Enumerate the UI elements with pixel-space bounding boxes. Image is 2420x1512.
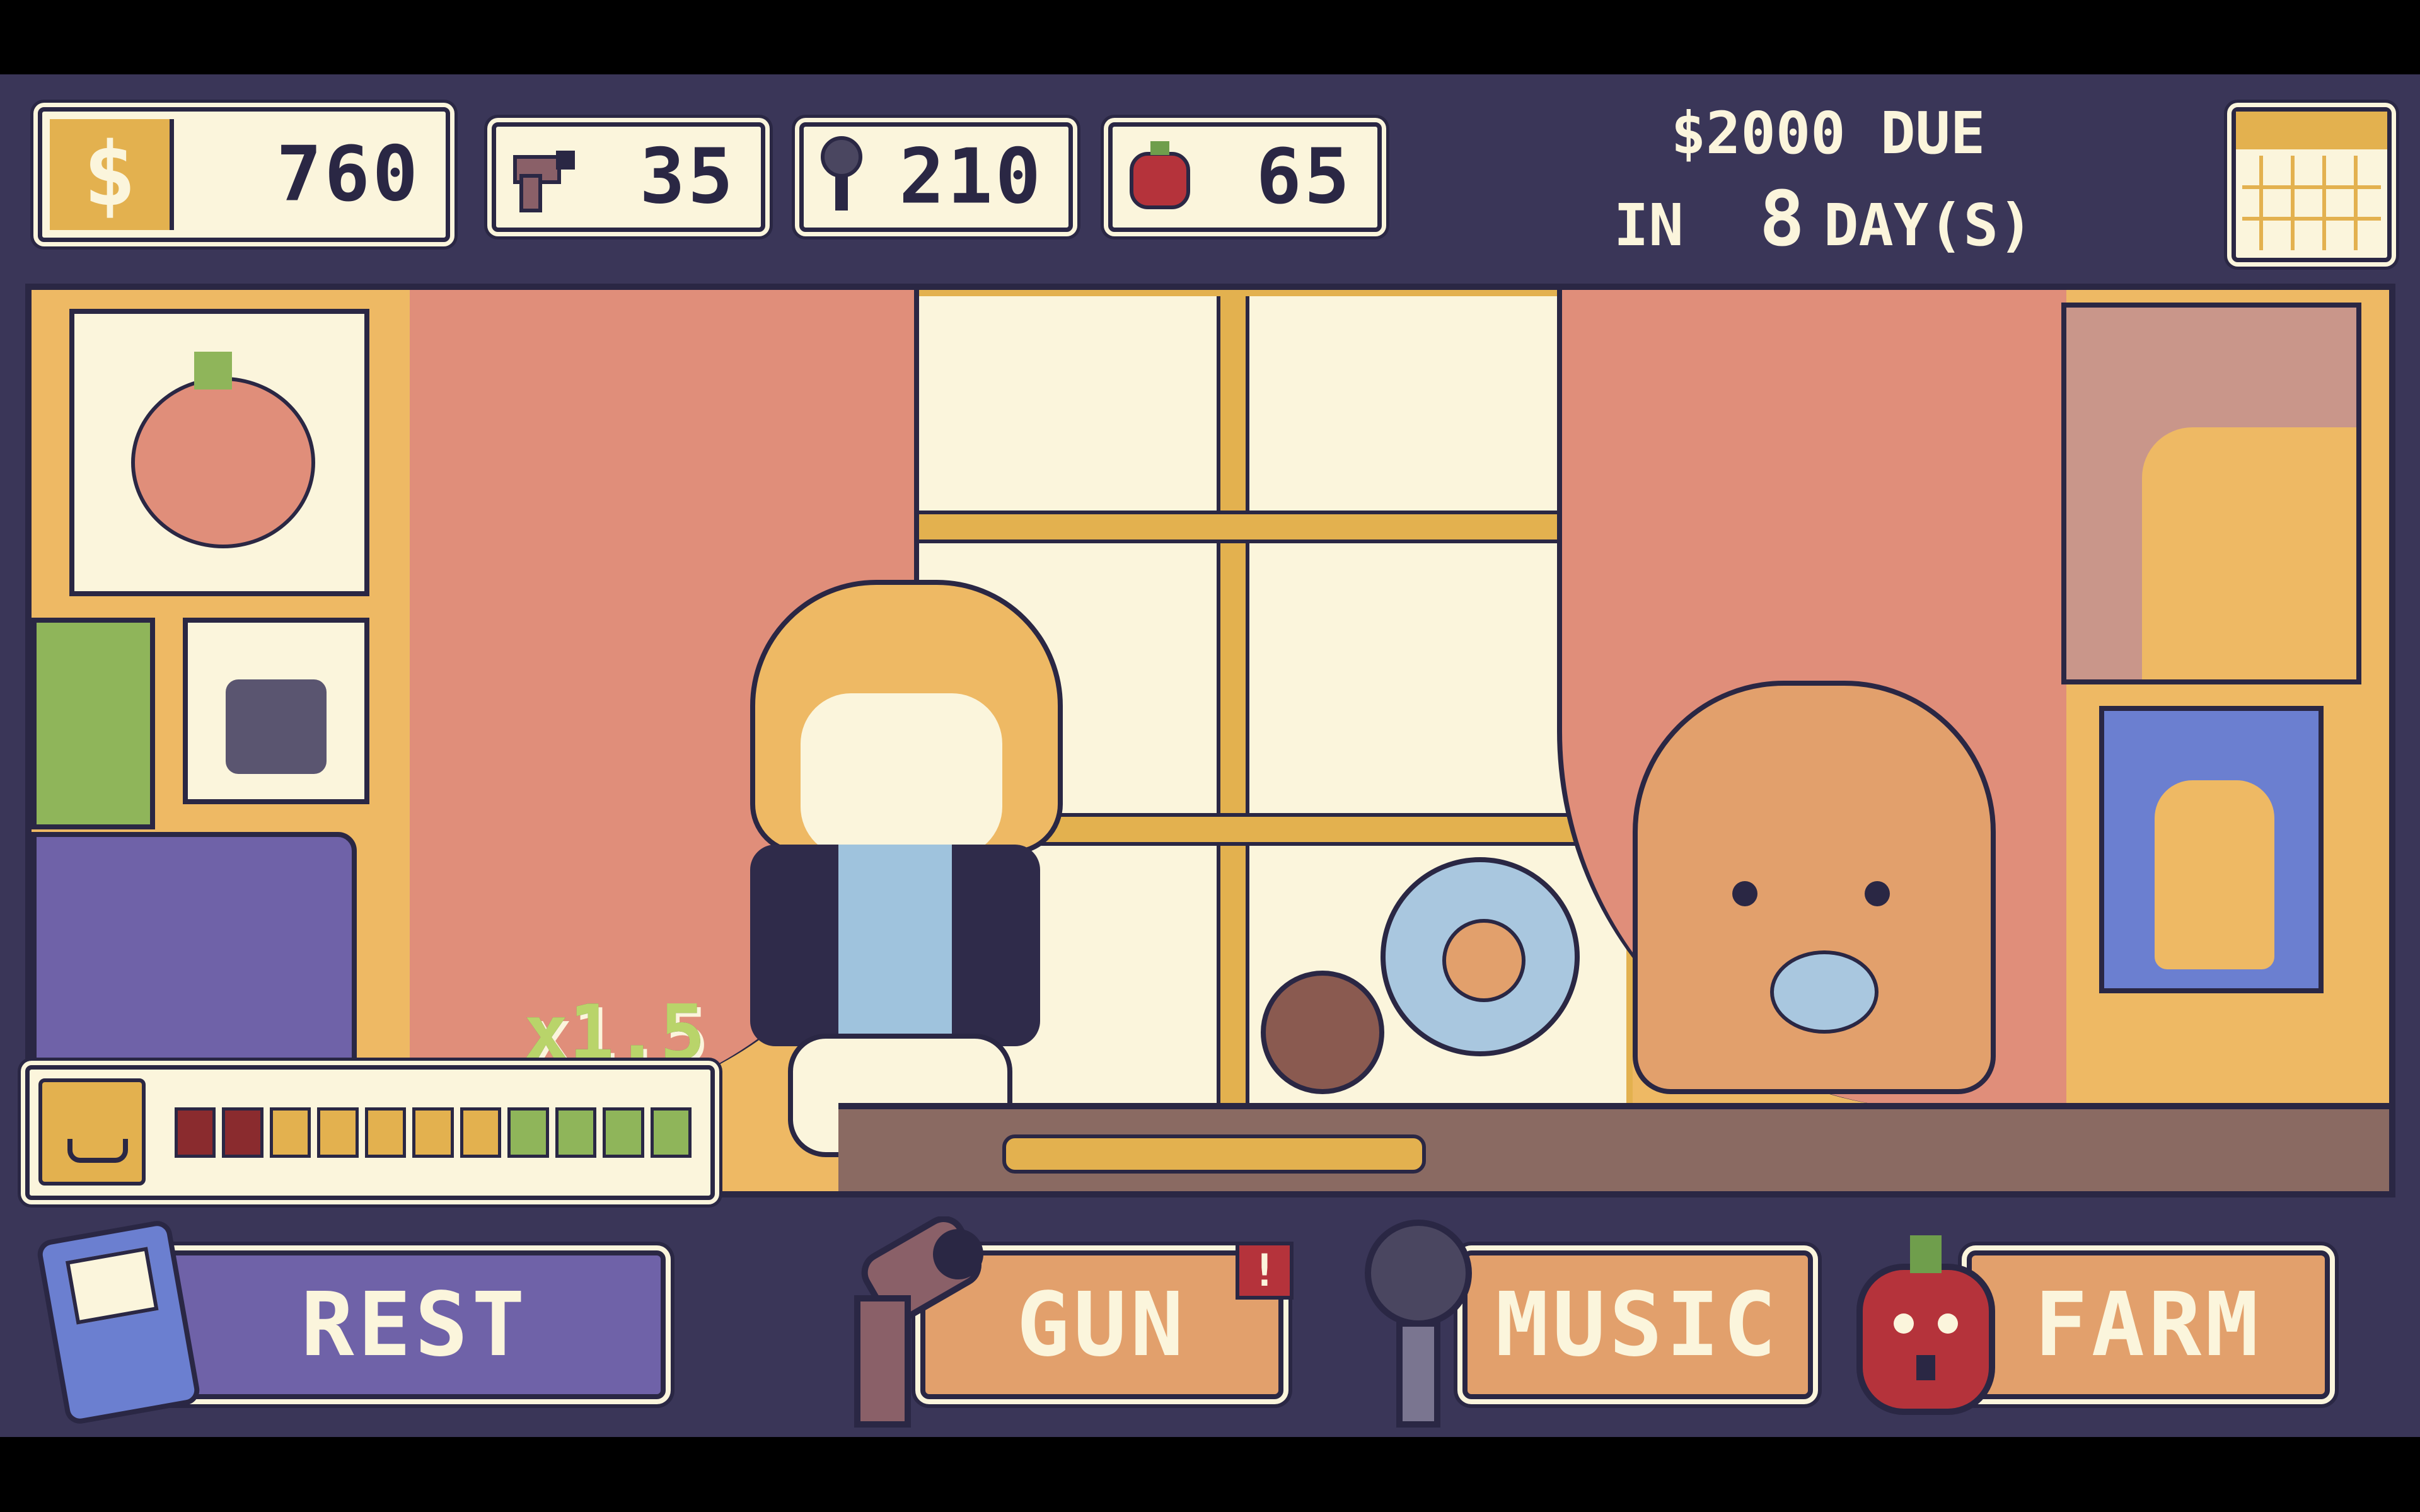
microphone-icon [821,136,862,211]
money-value: 760 [276,130,420,219]
player-character [712,580,1091,1157]
tomato-icon [1130,141,1190,209]
energy-bar [175,1107,692,1158]
smiley-icon [38,1078,146,1186]
gun-alert-badge: ! [1236,1242,1294,1300]
tomato-counter: 65 [1108,122,1382,232]
music-button[interactable]: MUSIC [1462,1250,1813,1399]
tomato-poster [69,309,369,596]
energy-segment [222,1107,263,1158]
desk-progress-bar [1002,1134,1426,1174]
calendar-button[interactable] [2232,107,2392,262]
energy-segment [650,1107,692,1158]
energy-segment [364,1107,407,1158]
energy-segment [269,1107,311,1158]
farm-button[interactable]: FARM [1967,1250,2330,1399]
rest-label: REST [301,1273,529,1376]
energy-meter [25,1065,715,1200]
money-counter: $ 760 [38,107,450,242]
energy-segment [175,1107,216,1158]
brown-flower [1261,971,1384,1094]
fox-poster [2061,303,2361,684]
music-counter: 210 [799,122,1073,232]
gun-icon [854,1216,983,1428]
purple-chair [32,832,357,1082]
gun-value: 35 [639,133,736,221]
due-amount: $2000 DUE [1670,100,1986,167]
plush-toy [1633,681,1996,1094]
due-in-label: IN [1614,192,1684,259]
tomato-value: 65 [1256,133,1352,221]
energy-segment [412,1107,454,1158]
rest-button[interactable]: REST [164,1250,666,1399]
dollar-icon: $ [50,119,174,230]
energy-segment [317,1107,359,1158]
blue-flower [1381,857,1580,1056]
farm-label: FARM [2034,1273,2262,1376]
energy-segment [507,1107,549,1158]
tomato-icon [1856,1235,1995,1415]
gun-counter: 35 [492,122,765,232]
duck-poster [2099,706,2324,993]
energy-segment [460,1107,502,1158]
energy-segment [603,1107,644,1158]
energy-segment [555,1107,597,1158]
microphone-icon [1365,1220,1472,1428]
multiplier-label: x1.5 [523,990,705,1077]
game-screen: $ 760 35 210 65 $2000 DUE IN 8 DAY(S) x1… [0,74,2420,1437]
days-remaining: 8 [1759,176,1805,263]
days-label: DAY(S) [1824,192,2034,259]
gun-icon [513,151,575,212]
cat-photo [183,618,369,804]
gun-label: GUN [1016,1273,1188,1376]
payment-due-notice: $2000 DUE IN 8 DAY(S) [1601,100,2055,263]
handheld-console-icon [35,1218,202,1426]
music-value: 210 [899,133,1043,221]
music-label: MUSIC [1495,1273,1780,1376]
room-scene: x1.5 [25,284,2395,1197]
green-frame [32,618,155,829]
calendar-icon [2236,112,2387,250]
